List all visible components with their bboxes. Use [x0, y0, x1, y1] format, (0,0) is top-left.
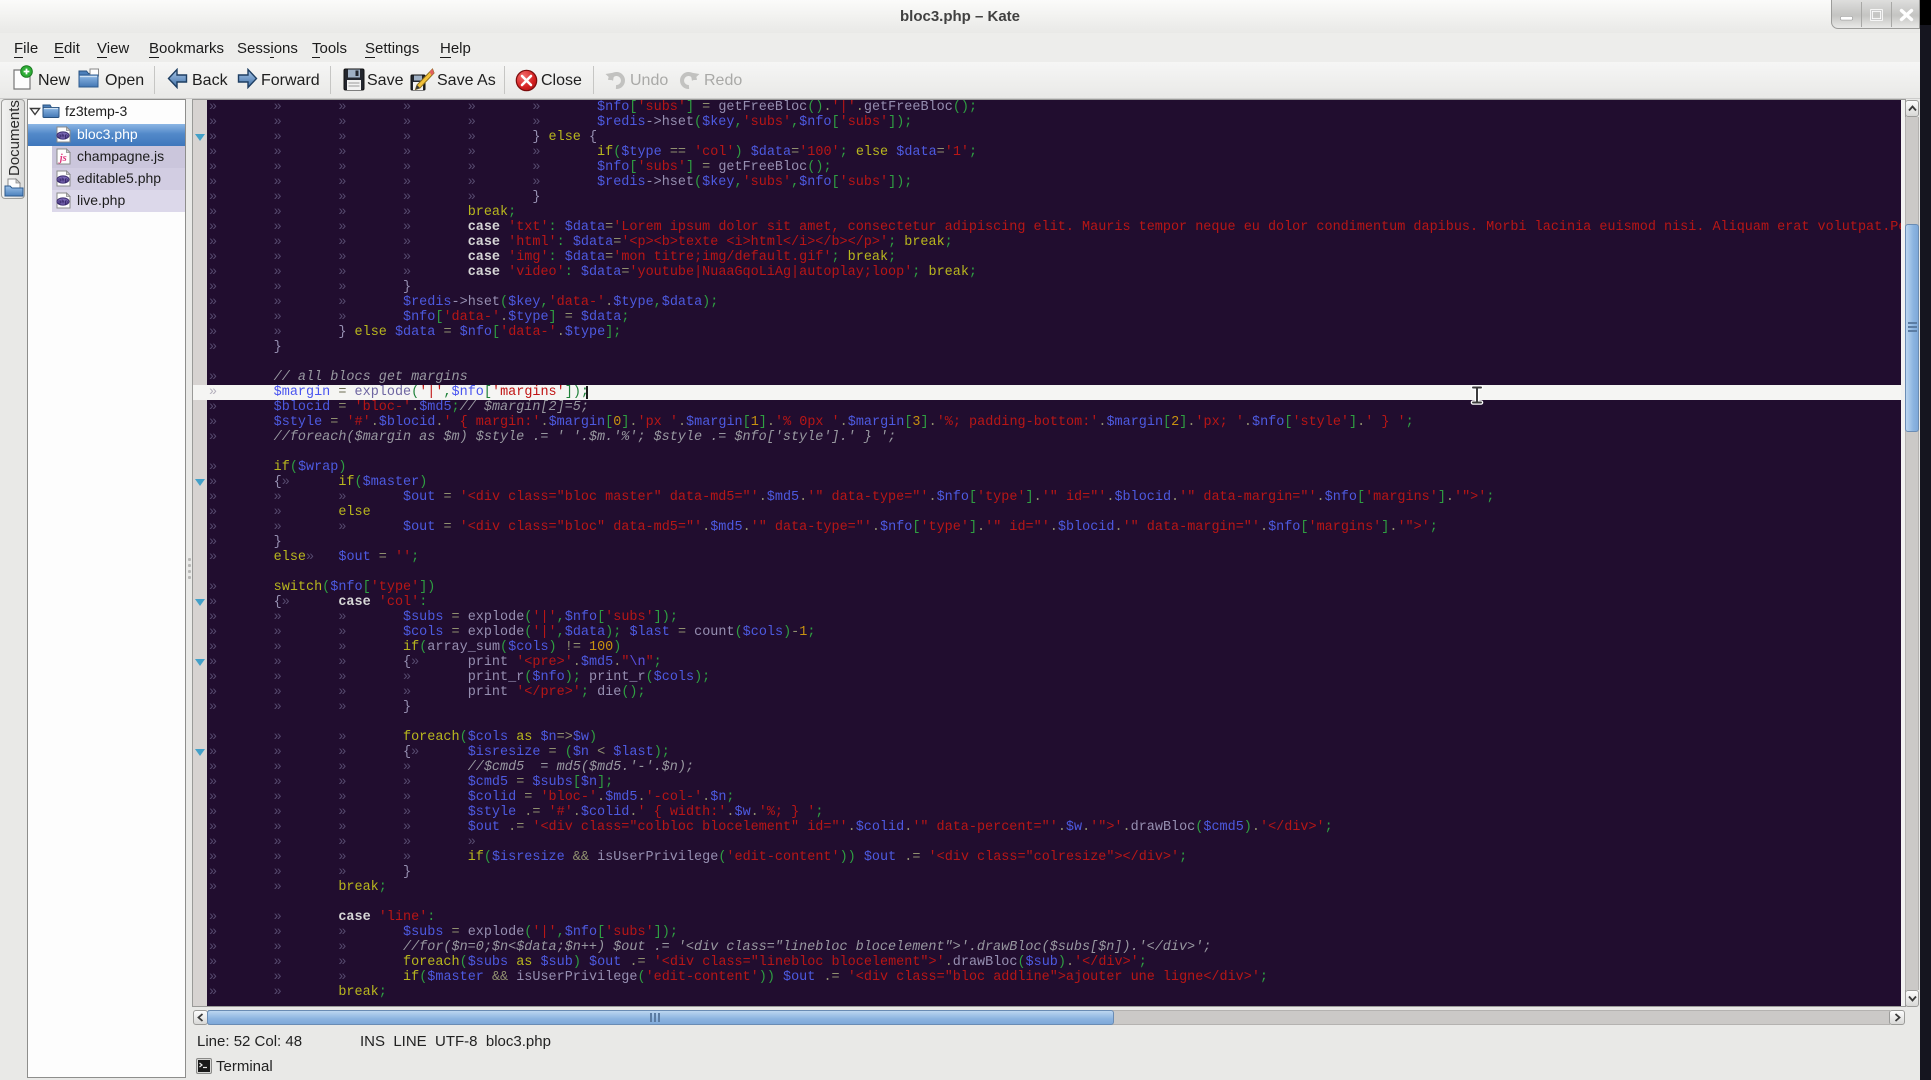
svg-text:php: php — [58, 177, 68, 183]
svg-text:php: php — [58, 199, 68, 205]
svg-text:js: js — [58, 153, 67, 164]
svg-text:php: php — [58, 133, 68, 139]
